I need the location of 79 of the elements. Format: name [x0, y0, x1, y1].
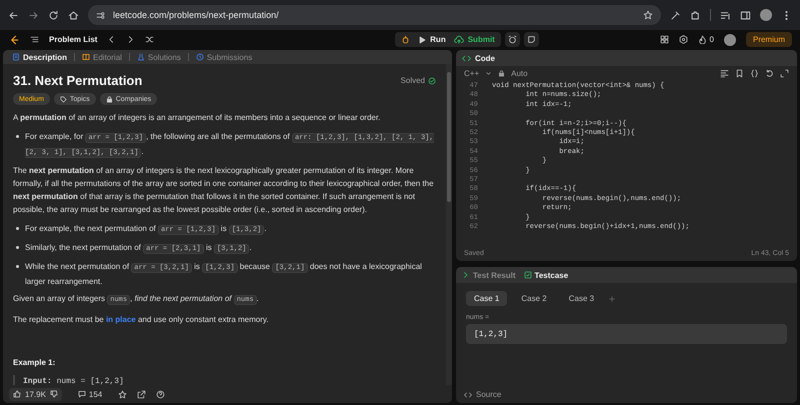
next-chevron-icon[interactable]	[126, 35, 136, 44]
coin-count: 0	[710, 35, 714, 44]
run-button[interactable]: Run	[418, 35, 446, 44]
chevron-down-icon[interactable]	[485, 70, 492, 77]
paragraph: The replacement must be in place and use only constant extra memory.	[13, 314, 270, 326]
thumbs-down-icon	[50, 390, 58, 398]
puzzle-icon[interactable]	[690, 10, 701, 20]
code-icon	[462, 54, 471, 62]
bookmark-star-icon[interactable]	[643, 10, 653, 20]
forward-icon[interactable]	[28, 10, 39, 20]
list-icon[interactable]	[30, 35, 39, 44]
autocomplete-mode[interactable]: Auto	[511, 69, 528, 78]
profile-avatar[interactable]	[760, 9, 772, 21]
problem-title: 31. Next Permutation	[13, 74, 142, 87]
panel-tab[interactable]: Test Result	[462, 270, 516, 280]
flame-icon[interactable]	[698, 35, 707, 44]
panel-tab[interactable]: Solutions	[134, 52, 184, 62]
lock-icon	[106, 96, 113, 102]
language-select[interactable]: C++	[464, 69, 480, 78]
source-link[interactable]: Source	[476, 390, 502, 399]
panel-tab[interactable]: Submissions	[192, 52, 256, 62]
back-icon[interactable]	[8, 10, 19, 20]
paragraph: The next permutation of an array of integers is the next lexicographically greater permutation of its integer. More formally, if all the permutations of the array are sorted in one container according to their lexicographical order, then the next permutation of that array is the permutation that follows it in the sorted container. If such arrangement is not possible, the array must be rearranged as the lowest possible order (i.e., sorted in ascending order).	[13, 165, 435, 216]
bookmark-icon[interactable]	[735, 69, 744, 78]
bullet-dot	[16, 227, 19, 230]
thumbs-up-icon	[13, 390, 21, 398]
site-info-icon[interactable]	[96, 10, 105, 20]
book-icon	[82, 53, 90, 61]
like-button[interactable]: 17.9K	[9, 388, 62, 400]
format-icon[interactable]	[720, 69, 729, 78]
code-panel-title: Code	[475, 54, 495, 62]
panel-tab[interactable]: Editorial	[79, 52, 125, 62]
chevron-right-icon	[462, 271, 470, 279]
settings-icon[interactable]	[678, 35, 688, 44]
side-panel-icon[interactable]	[740, 10, 751, 20]
clock-icon	[196, 53, 204, 61]
case-tab[interactable]: Case 3	[560, 291, 602, 306]
playlist-icon[interactable]	[720, 10, 731, 20]
play-icon	[418, 36, 426, 44]
help-icon[interactable]	[156, 390, 166, 398]
premium-button[interactable]: Premium	[746, 32, 792, 47]
comments-button[interactable]: 154	[72, 388, 108, 400]
share-icon[interactable]	[137, 390, 146, 398]
bullet-dot	[16, 265, 19, 268]
user-avatar[interactable]	[724, 34, 736, 46]
reload-icon[interactable]	[48, 10, 59, 20]
braces-icon[interactable]	[750, 69, 759, 78]
checkbox-icon	[524, 271, 532, 279]
check-circle-icon	[428, 76, 436, 84]
grid-icon[interactable]	[660, 35, 669, 44]
expand-icon[interactable]	[780, 69, 789, 78]
address-bar[interactable]: leetcode.com/problems/next-permutation/	[88, 5, 661, 25]
lock-icon	[498, 70, 506, 77]
star-icon[interactable]	[118, 390, 128, 398]
flask-icon	[136, 53, 145, 61]
shuffle-icon[interactable]	[145, 35, 154, 44]
case-tab[interactable]: Case 1	[466, 291, 508, 306]
reset-icon[interactable]	[765, 69, 774, 78]
solved-label: Solved	[400, 75, 425, 87]
bullet-dot	[16, 246, 19, 249]
paragraph: A permutation of an array of integers is an arrangement of its members into a sequence or linear order.	[13, 112, 382, 124]
note-icon[interactable]	[526, 35, 536, 44]
case-tab[interactable]: Case 2	[513, 291, 555, 306]
document-icon	[12, 53, 20, 61]
panel-tab[interactable]: Description	[9, 52, 70, 62]
tag-icon	[60, 96, 67, 102]
alarm-clock-icon[interactable]	[508, 35, 517, 44]
example-heading: Example 1:	[13, 357, 56, 369]
code-icon	[464, 390, 472, 398]
scrollbar[interactable]	[446, 64, 452, 385]
submit-button[interactable]: Submit	[454, 34, 495, 44]
comment-icon	[78, 390, 86, 398]
home-icon[interactable]	[68, 10, 79, 20]
in-place-link[interactable]: in place	[106, 315, 136, 324]
bullet-dot	[16, 135, 19, 138]
panel-tab[interactable]: Testcase	[524, 270, 568, 280]
cloud-upload-icon	[454, 34, 464, 44]
param-input[interactable]: [1,2,3]	[466, 324, 787, 344]
problem-list-button[interactable]: Problem List	[49, 35, 98, 44]
